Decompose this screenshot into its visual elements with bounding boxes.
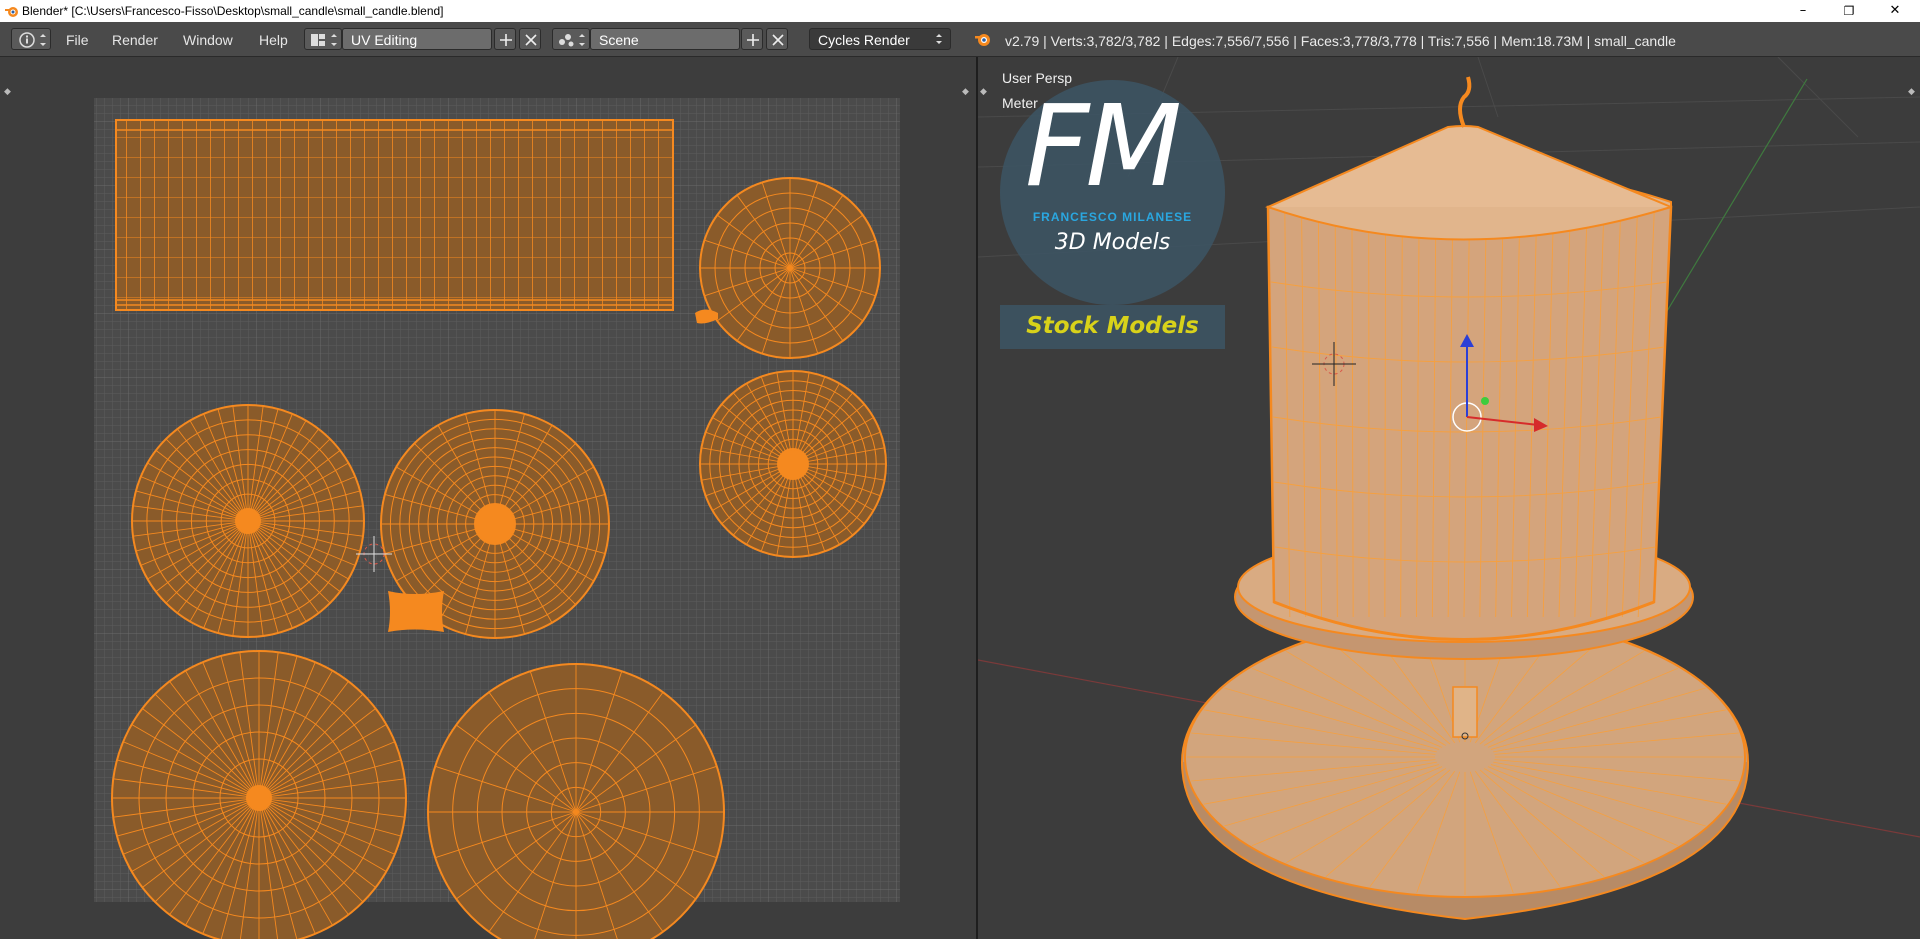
close-x-icon <box>525 34 537 46</box>
scene-field[interactable]: Scene <box>590 28 740 50</box>
render-engine-select[interactable]: Cycles Render <box>809 28 951 50</box>
restore-button[interactable]: ❐ <box>1826 0 1872 22</box>
screen-layout-field[interactable]: UV Editing <box>342 28 492 50</box>
menu-render[interactable]: Render <box>112 32 158 48</box>
scene-statistics: v2.79 | Verts:3,782/3,782 | Edges:7,556/… <box>1005 33 1676 49</box>
window-titlebar: Blender* [C:\Users\Francesco-Fisso\Deskt… <box>0 0 1920 22</box>
plus-icon <box>747 34 759 46</box>
watermark-banner: Stock Models <box>1000 305 1225 349</box>
menu-help[interactable]: Help <box>259 32 288 48</box>
logo-letters: FM <box>1025 82 1182 212</box>
window-title: Blender* [C:\Users\Francesco-Fisso\Deskt… <box>22 4 444 18</box>
uv-canvas[interactable] <box>0 57 976 939</box>
uv-island-disc <box>427 663 725 939</box>
menu-window[interactable]: Window <box>183 32 233 48</box>
logo-name: FRANCESCO MILANESE <box>1032 210 1193 224</box>
add-screen-button[interactable] <box>494 28 516 50</box>
uv-image-editor[interactable]: ◆ ◆ <box>0 57 976 939</box>
menu-file[interactable]: File <box>66 32 89 48</box>
uv-island-disc <box>111 650 407 939</box>
editor-type-button[interactable] <box>11 28 51 50</box>
info-icon <box>19 32 46 48</box>
candle-body <box>1265 76 1673 662</box>
minimize-button[interactable]: – <box>1780 0 1826 22</box>
3d-viewport[interactable]: ◆ ◆ User Persp Meter FM FRANCESCO MILANE… <box>978 57 1920 939</box>
uv-island-disc <box>699 370 887 558</box>
logo-subtitle: 3D Models <box>1054 230 1171 255</box>
render-engine-label: Cycles Render <box>818 32 910 48</box>
scene-icon <box>559 34 585 47</box>
blender-app-icon <box>5 7 18 17</box>
uv-island-wick-body <box>388 591 444 632</box>
add-scene-button[interactable] <box>741 28 763 50</box>
watermark-logo: FM FRANCESCO MILANESE 3D Models <box>1000 80 1225 305</box>
blender-logo-icon <box>975 34 990 46</box>
close-window-button[interactable]: ✕ <box>1872 0 1918 22</box>
close-x-icon <box>772 34 784 46</box>
delete-screen-button[interactable] <box>519 28 541 50</box>
uv-island-disc <box>131 404 365 638</box>
updown-arrow-icon <box>936 34 942 44</box>
banner-text: Stock Models <box>1026 313 1199 339</box>
uv-island-disc <box>699 177 881 359</box>
scene-browse-button[interactable] <box>552 28 590 50</box>
plus-icon <box>500 34 512 46</box>
uv-island-strip <box>115 119 674 311</box>
candle-holder-base <box>1181 615 1749 921</box>
delete-scene-button[interactable] <box>766 28 788 50</box>
info-header: File Render Window Help UV Editing Scene… <box>0 22 1920 57</box>
screen-layout-icon <box>311 34 337 46</box>
screen-layout-browse-button[interactable] <box>304 28 342 50</box>
